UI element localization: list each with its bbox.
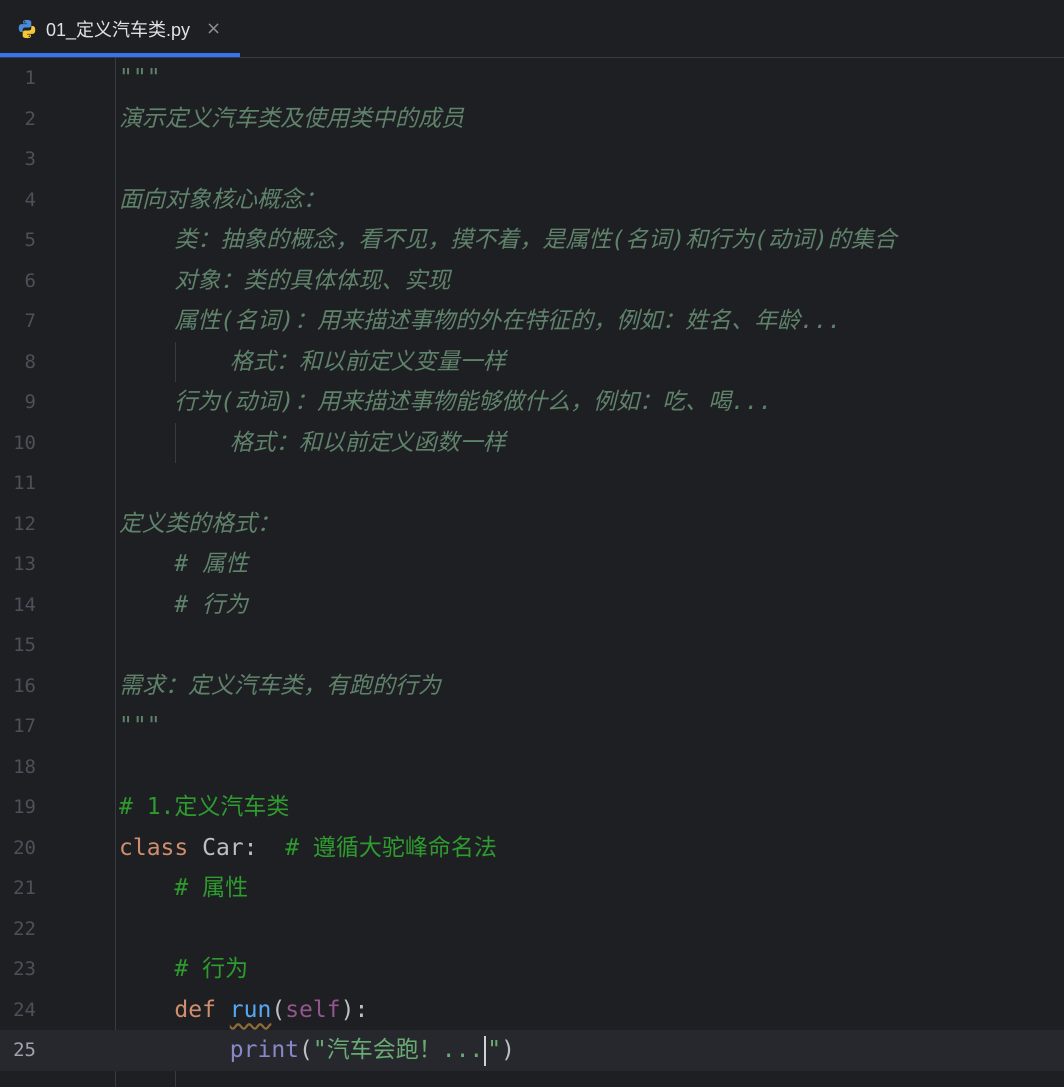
paren-token: ): [340,996,369,1023]
code-line-23: 23 # 行为 [0,949,1064,990]
line-number: 6 [24,269,36,292]
tab-close-icon[interactable]: × [206,18,221,39]
comment-token: # 遵循大驼峰命名法 [285,834,497,861]
code-editor[interactable]: 1 """ 2 演示定义汽车类及使用类中的成员 3 4 面向对象核心概念： 5 … [0,58,1064,1087]
line-text: """ [119,713,161,739]
paren-token: ( [271,996,286,1023]
line-number: 9 [24,391,36,413]
text-caret [484,1035,487,1066]
tab-filename: 01_定义汽车类.py [46,19,191,40]
line-text: # 属性 [119,551,249,577]
line-number: 23 [13,958,36,980]
code-line-15: 15 [0,625,1064,666]
code-line-19: 19 # 1.定义汽车类 [0,787,1064,828]
line-number: 7 [24,310,36,332]
line-number: 12 [13,512,36,535]
line-text: 格式：和以前定义函数一样 [119,429,506,456]
line-number: 2 [24,107,36,130]
keyword-token: def [174,996,216,1023]
code-line-20: 20 class Car: # 遵循大驼峰命名法 [0,828,1064,869]
code-line-6: 6 对象：类的具体体现、实现 [0,261,1064,302]
line-number: 16 [13,674,36,697]
code-line-22: 22 [0,909,1064,950]
keyword-token: class [119,834,189,861]
line-number: 18 [13,755,36,778]
comment-token: # 行为 [174,956,249,982]
line-text: 属性(名词)：用来描述事物的外在特征的，例如：姓名、年龄... [119,308,842,334]
line-text: 定义类的格式： [119,510,280,537]
line-number: 13 [13,553,36,575]
line-text: """ [119,65,161,91]
code-line-3: 3 [0,139,1064,180]
editor-tab-bar: 01_定义汽车类.py × [0,0,1064,58]
line-number: 14 [13,593,36,616]
self-token: self [285,996,341,1023]
comment-token: # 属性 [174,875,249,901]
line-number: 17 [13,715,36,737]
line-number: 25 [13,1039,36,1061]
line-text: print("汽车会跑！... ") [119,1030,515,1071]
line-number: 21 [13,877,36,899]
active-tab-indicator [0,53,240,57]
code-line-11: 11 [0,463,1064,504]
line-text: class Car: # 遵循大驼峰命名法 [119,828,497,869]
line-number: 4 [24,188,36,211]
code-line-8: 8 格式：和以前定义变量一样 [0,342,1064,383]
line-text: 面向对象核心概念： [119,186,326,213]
line-number: 8 [24,350,36,373]
code-line-16: 16 需求：定义汽车类，有跑的行为 [0,666,1064,707]
line-number: 11 [13,472,36,494]
line-number: 22 [13,917,36,940]
line-text: 演示定义汽车类及使用类中的成员 [119,105,464,132]
code-line-25: 25 print("汽车会跑！... ") [0,1030,1064,1071]
paren-token: ( [299,1037,313,1063]
line-text: 对象：类的具体体现、实现 [119,267,451,294]
code-line-21: 21 # 属性 [0,868,1064,909]
line-text: 类：抽象的概念，看不见，摸不着，是属性(名词)和行为(动词)的集合 [119,227,897,253]
comment-token: # 1.定义汽车类 [119,794,290,820]
file-tab[interactable]: 01_定义汽车类.py × [0,0,240,57]
code-line-18: 18 [0,747,1064,788]
code-line-7: 7 属性(名词)：用来描述事物的外在特征的，例如：姓名、年龄... [0,301,1064,342]
class-name-token: Car: [188,834,286,861]
python-file-icon [18,19,36,38]
line-number: 19 [13,796,36,818]
code-line-13: 13 # 属性 [0,544,1064,585]
code-line-2: 2 演示定义汽车类及使用类中的成员 [0,99,1064,140]
line-number: 24 [13,998,36,1021]
line-number: 3 [24,148,36,170]
code-line-4: 4 面向对象核心概念： [0,180,1064,221]
builtin-token: print [229,1037,300,1063]
code-line-10: 10 格式：和以前定义函数一样 [0,423,1064,464]
line-text: 格式：和以前定义变量一样 [119,348,506,375]
string-token: "汽车会跑！... [312,1037,484,1063]
function-name-token: run [229,996,272,1023]
line-number: 1 [24,67,36,89]
code-line-1: 1 """ [0,58,1064,99]
line-number: 10 [13,431,36,454]
line-number: 20 [13,836,36,859]
line-text: 需求：定义汽车类，有跑的行为 [119,672,441,699]
code-line-12: 12 定义类的格式： [0,504,1064,545]
line-number: 15 [13,634,36,656]
code-line-9: 9 行为(动词)：用来描述事物能够做什么，例如：吃、喝... [0,382,1064,423]
code-line-5: 5 类：抽象的概念，看不见，摸不着，是属性(名词)和行为(动词)的集合 [0,220,1064,261]
line-text: def run(self): [119,990,368,1031]
line-number: 5 [24,229,36,251]
string-token: " [487,1037,502,1063]
line-text: # 行为 [119,949,248,990]
line-text: # 属性 [119,868,248,909]
code-line-24: 24 def run(self): [0,990,1064,1031]
code-line-14: 14 # 行为 [0,585,1064,626]
line-text: 行为(动词)：用来描述事物能够做什么，例如：吃、喝... [119,389,773,415]
paren-token: ) [501,1037,515,1063]
line-text: # 行为 [119,591,249,618]
line-text: # 1.定义汽车类 [119,787,289,828]
code-line-17: 17 """ [0,706,1064,747]
